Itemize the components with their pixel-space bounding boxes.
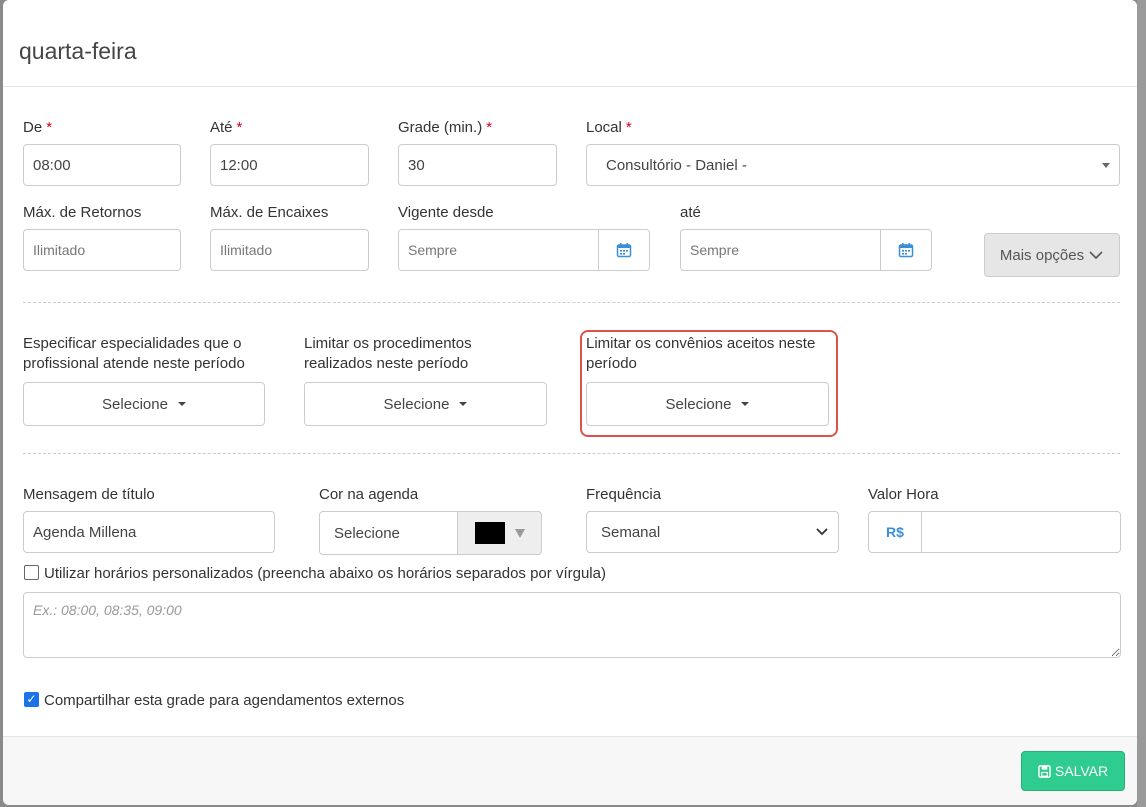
valor-hora-label: Valor Hora bbox=[868, 486, 939, 503]
ate-label: Até * bbox=[210, 119, 243, 136]
local-select[interactable]: Consultório - Daniel - bbox=[586, 144, 1120, 186]
vigente-desde-calendar-button[interactable] bbox=[598, 229, 650, 271]
color-swatch bbox=[474, 522, 505, 544]
custom-times-textarea[interactable] bbox=[23, 592, 1121, 658]
grade-label: Grade (min.) * bbox=[398, 119, 493, 136]
dropdown-arrow-icon bbox=[1102, 162, 1110, 168]
compartilhar-checkbox[interactable]: ✓ bbox=[24, 692, 39, 707]
vigente-desde-label: Vigente desde bbox=[398, 204, 494, 221]
color-picker-button[interactable] bbox=[457, 511, 542, 555]
procedimentos-select-button[interactable]: Selecione bbox=[304, 382, 547, 426]
schedule-modal: quarta-feira De * 08:00 Até * 12:00 Grade … bbox=[3, 0, 1137, 805]
compartilhar-label: Compartilhar esta grade para agendamento… bbox=[44, 692, 405, 709]
max-retornos-label: Máx. de Retornos bbox=[23, 204, 142, 221]
caret-down-icon bbox=[177, 402, 186, 406]
triangle-down-icon bbox=[514, 528, 525, 538]
calendar-icon bbox=[898, 243, 914, 258]
modal-footer bbox=[3, 737, 1137, 805]
save-button[interactable]: SALVAR bbox=[1021, 751, 1125, 791]
convenios-highlight-box bbox=[580, 330, 838, 437]
personalizados-label: Utilizar horários personalizados (preenc… bbox=[44, 565, 606, 582]
section-divider bbox=[23, 453, 1120, 454]
section-divider bbox=[23, 302, 1120, 303]
chevron-down-icon bbox=[1089, 251, 1103, 260]
max-encaixes-input[interactable]: Ilimitado bbox=[210, 229, 369, 271]
caret-down-icon bbox=[459, 402, 468, 406]
cor-select[interactable]: Selecione bbox=[319, 511, 458, 555]
grade-input[interactable]: 30 bbox=[398, 144, 557, 186]
mais-opcoes-button[interactable]: Mais opções bbox=[984, 233, 1120, 277]
mensagem-label: Mensagem de título bbox=[23, 486, 155, 503]
chevron-down-icon bbox=[816, 528, 828, 536]
header-divider bbox=[3, 86, 1137, 87]
frequencia-select[interactable]: Semanal bbox=[586, 511, 839, 553]
especialidades-select-button[interactable]: Selecione bbox=[23, 382, 265, 426]
background-overlay-strip bbox=[1137, 0, 1146, 807]
currency-addon: R$ bbox=[868, 511, 922, 553]
ate-range-label: até bbox=[680, 204, 701, 221]
de-input[interactable]: 08:00 bbox=[23, 144, 181, 186]
local-label: Local * bbox=[586, 119, 632, 136]
max-retornos-input[interactable]: Ilimitado bbox=[23, 229, 181, 271]
personalizados-checkbox[interactable] bbox=[24, 565, 39, 580]
vigente-desde-input[interactable]: Sempre bbox=[398, 229, 599, 271]
modal-title: quarta-feira bbox=[19, 38, 137, 64]
ate-input[interactable]: 12:00 bbox=[210, 144, 369, 186]
de-label: De * bbox=[23, 119, 53, 136]
procedimentos-label: Limitar os procedimentos realizados nest… bbox=[304, 335, 472, 372]
especialidades-label: Especificar especialidades que o profiss… bbox=[23, 335, 245, 372]
frequencia-label: Frequência bbox=[586, 486, 662, 503]
ate-range-calendar-button[interactable] bbox=[880, 229, 932, 271]
max-encaixes-label: Máx. de Encaixes bbox=[210, 204, 329, 221]
floppy-disk-icon bbox=[1038, 764, 1051, 778]
valor-hora-input[interactable] bbox=[921, 511, 1121, 553]
ate-range-input[interactable]: Sempre bbox=[680, 229, 881, 271]
cor-label: Cor na agenda bbox=[319, 486, 419, 503]
calendar-icon bbox=[616, 243, 632, 258]
mensagem-input[interactable]: Agenda Millena bbox=[23, 511, 275, 553]
